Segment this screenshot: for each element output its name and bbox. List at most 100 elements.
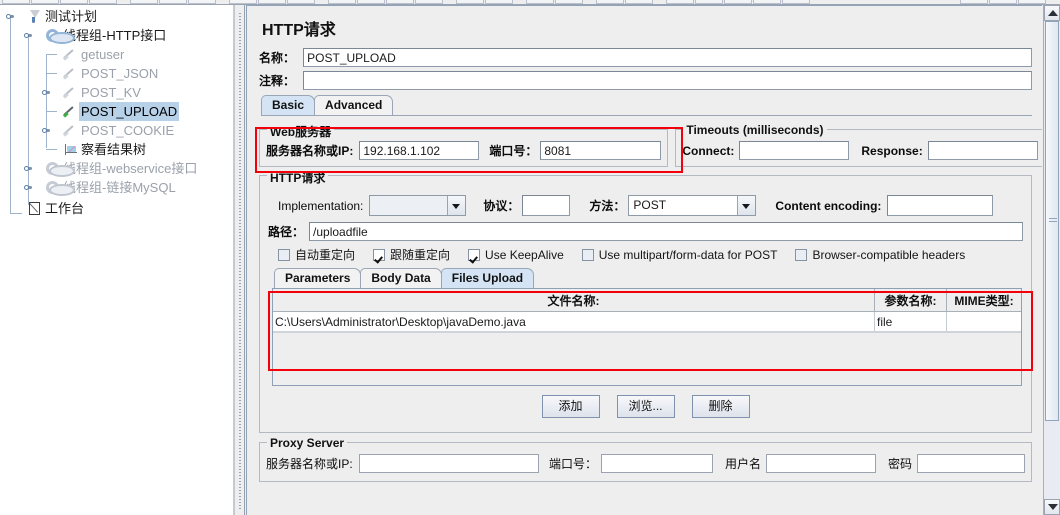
toolbar-button-start-no-pause[interactable]: [357, 0, 385, 4]
comment-input[interactable]: [303, 71, 1032, 90]
tree-expand-handle-icon[interactable]: [42, 126, 51, 135]
checkbox-auto-redirect[interactable]: 自动重定向: [278, 246, 355, 263]
tree-node-post-cookie[interactable]: POST_COOKIE: [0, 121, 233, 140]
tree-node-view-results-tree[interactable]: 察看结果树: [0, 140, 233, 159]
tree-expand-handle-icon[interactable]: [42, 88, 51, 97]
toolbar-button-expand[interactable]: [229, 0, 257, 4]
checkbox-box[interactable]: [468, 248, 481, 261]
cell-file-name[interactable]: C:\Users\Administrator\Desktop\javaDemo.…: [273, 311, 875, 332]
tab-files-upload[interactable]: Files Upload: [440, 268, 535, 288]
toolbar-button-extra-3[interactable]: [1018, 0, 1046, 4]
toolbar-button-cut[interactable]: [130, 0, 158, 4]
toolbar-button-search[interactable]: [526, 0, 554, 4]
proxy-username-input[interactable]: [765, 454, 876, 473]
toolbar-button-new[interactable]: [2, 0, 30, 4]
toolbar-button-extra-2[interactable]: [989, 0, 1017, 4]
tree-expand-handle-icon[interactable]: [24, 164, 33, 173]
panel-splitter[interactable]: [234, 5, 245, 515]
toolbar-button-toggle[interactable]: [287, 0, 315, 4]
toolbar-button-copy[interactable]: [159, 0, 187, 4]
toolbar-button-undo[interactable]: [666, 0, 694, 4]
checkbox-label: Use multipart/form-data for POST: [598, 247, 778, 262]
path-input[interactable]: [309, 222, 1023, 241]
method-combo[interactable]: POST: [628, 195, 757, 216]
cell-parameter-name[interactable]: file: [874, 311, 947, 332]
column-header-file-name[interactable]: 文件名称:: [273, 289, 875, 312]
tree-node-post-upload[interactable]: POST_UPLOAD: [0, 102, 233, 121]
toolbar-button-clear-all[interactable]: [485, 0, 513, 4]
test-plan-tree-panel[interactable]: 测试计划 线程组-HTTP接口 getuser POST_JSON POST_K…: [0, 5, 234, 515]
add-button[interactable]: 添加: [541, 395, 600, 418]
name-row: 名称：: [259, 48, 1032, 67]
tab-advanced[interactable]: Advanced: [314, 95, 394, 115]
table-row[interactable]: C:\Users\Administrator\Desktop\javaDemo.…: [273, 311, 1021, 332]
response-timeout-input[interactable]: [927, 141, 1038, 160]
tree-expand-handle-icon[interactable]: [6, 12, 15, 21]
delete-button[interactable]: 删除: [691, 395, 750, 418]
chevron-down-icon[interactable]: [447, 196, 466, 215]
toolbar-button-shutdown[interactable]: [415, 0, 443, 4]
implementation-combo[interactable]: [369, 195, 467, 216]
toolbar-button-templates[interactable]: [31, 0, 59, 4]
checkbox-box[interactable]: [373, 248, 386, 261]
toolbar-button-function-helper[interactable]: [596, 0, 624, 4]
toolbar-button-stop[interactable]: [386, 0, 414, 4]
toolbar-button-collapse[interactable]: [258, 0, 286, 4]
tree-node-thread-group-http[interactable]: 线程组-HTTP接口: [0, 26, 233, 45]
tree-node-workbench[interactable]: 工作台: [0, 197, 233, 219]
tree-expand-handle-icon[interactable]: [24, 31, 33, 40]
tab-body-data[interactable]: Body Data: [360, 268, 442, 288]
toolbar-button-help[interactable]: [625, 0, 653, 4]
name-input[interactable]: [303, 48, 1032, 67]
tree-node-test-plan[interactable]: 测试计划: [0, 7, 233, 26]
proxy-port-input[interactable]: [600, 454, 713, 473]
toolbar-button-remote-start[interactable]: [724, 0, 752, 4]
checkbox-use-keepalive[interactable]: Use KeepAlive: [468, 248, 564, 262]
checkbox-browser-compatible-headers[interactable]: Browser-compatible headers: [795, 248, 965, 262]
checkbox-use-multipart[interactable]: Use multipart/form-data for POST: [581, 247, 778, 262]
toolbar-button-remote-shutdown[interactable]: [782, 0, 810, 4]
toolbar-button-clear[interactable]: [456, 0, 484, 4]
checkbox-follow-redirect[interactable]: 跟随重定向: [373, 246, 450, 263]
tree-node-thread-group-webservice[interactable]: 线程组-webservice接口: [0, 159, 233, 178]
toolbar-button-remote-stop[interactable]: [753, 0, 781, 4]
protocol-input[interactable]: [522, 195, 571, 216]
files-upload-table[interactable]: 文件名称: 参数名称: MIME类型: C:\Users\Administrat…: [273, 289, 1021, 332]
files-upload-empty-area[interactable]: [273, 332, 1021, 385]
connect-timeout-input[interactable]: [739, 141, 850, 160]
toolbar-button-redo[interactable]: [695, 0, 723, 4]
scroll-down-arrow-icon[interactable]: [1044, 499, 1060, 515]
checkbox-box[interactable]: [581, 248, 594, 261]
browse-button[interactable]: 浏览...: [616, 395, 675, 418]
content-encoding-input[interactable]: [887, 195, 994, 216]
server-name-input[interactable]: [359, 141, 480, 160]
cell-mime-type[interactable]: [946, 311, 1021, 332]
tree-node-post-kv[interactable]: POST_KV: [0, 83, 233, 102]
column-header-mime-type[interactable]: MIME类型:: [946, 289, 1021, 312]
column-header-parameter-name[interactable]: 参数名称:: [874, 289, 947, 312]
test-plan-tree[interactable]: 测试计划 线程组-HTTP接口 getuser POST_JSON POST_K…: [0, 5, 233, 219]
proxy-server-name-input[interactable]: [358, 454, 539, 473]
proxy-password-input[interactable]: [917, 454, 1025, 473]
scrollbar-track[interactable]: [1044, 21, 1060, 499]
toolbar-button-extra-1[interactable]: [960, 0, 988, 4]
tree-node-post-json[interactable]: POST_JSON: [0, 64, 233, 83]
toolbar-button-paste[interactable]: [188, 0, 216, 4]
chevron-down-icon[interactable]: [737, 196, 756, 215]
toolbar-button-save[interactable]: [89, 0, 117, 4]
scrollbar-thumb[interactable]: [1045, 21, 1059, 421]
tab-basic[interactable]: Basic: [261, 95, 316, 115]
port-input[interactable]: [540, 141, 662, 160]
toolbar-button-reset-search[interactable]: [555, 0, 583, 4]
tree-expand-handle-icon[interactable]: [24, 183, 33, 192]
tree-node-thread-group-mysql[interactable]: 线程组-链接MySQL: [0, 178, 233, 197]
toolbar-button-start[interactable]: [328, 0, 356, 4]
page-title: HTTP请求: [262, 22, 336, 39]
toolbar-button-open[interactable]: [60, 0, 88, 4]
tab-parameters[interactable]: Parameters: [274, 268, 362, 288]
tree-node-getuser[interactable]: getuser: [0, 45, 233, 64]
vertical-scrollbar[interactable]: [1043, 5, 1060, 515]
checkbox-box[interactable]: [278, 248, 290, 261]
scroll-up-arrow-icon[interactable]: [1044, 5, 1060, 21]
checkbox-box[interactable]: [795, 248, 808, 261]
